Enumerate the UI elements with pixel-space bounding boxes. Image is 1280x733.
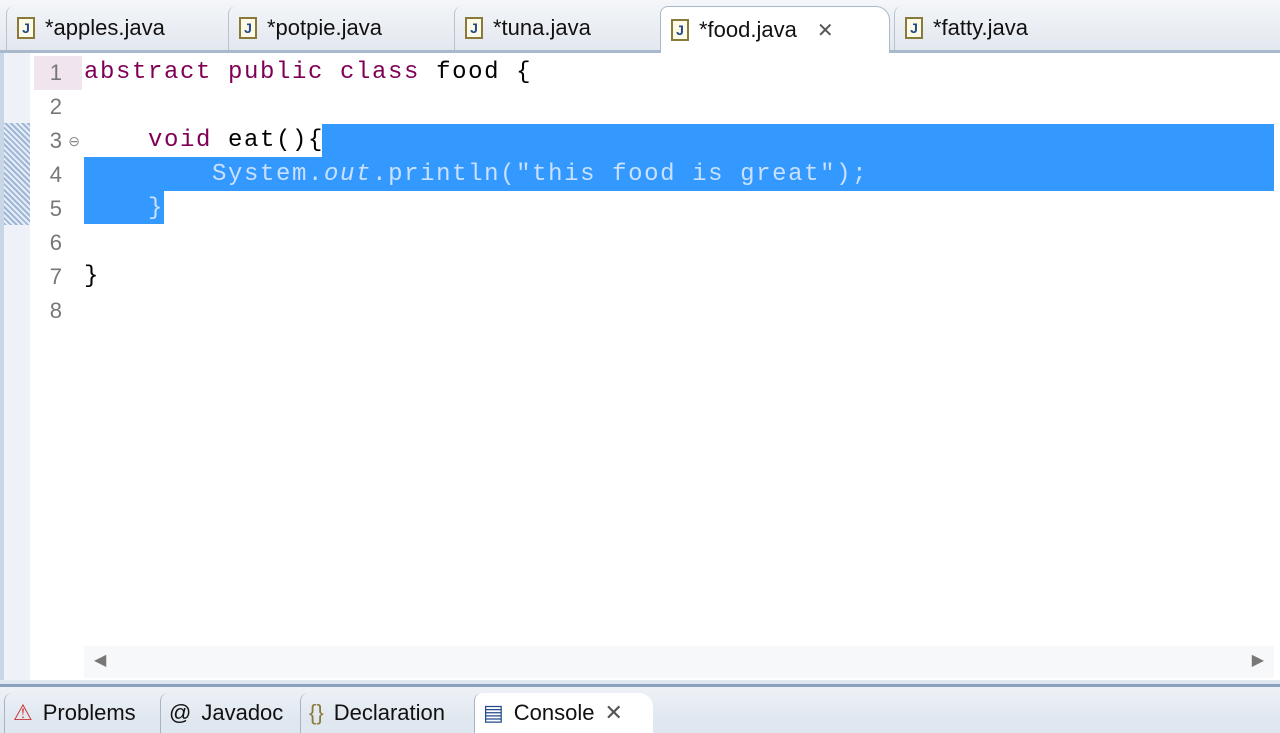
- tab-label: Console: [513, 700, 595, 725]
- tab-potpie[interactable]: J *potpie.java: [228, 6, 450, 50]
- line-number: 1: [34, 56, 82, 90]
- javadoc-icon: @: [169, 700, 192, 725]
- tab-javadoc[interactable]: @ Javadoc: [160, 693, 283, 733]
- code-line: }: [84, 195, 165, 222]
- problems-icon: ⚠: [13, 700, 33, 725]
- line-number: 3 ⊖: [34, 124, 82, 158]
- close-icon[interactable]: ✕: [605, 700, 623, 726]
- declaration-icon: {}: [309, 700, 324, 725]
- tab-tuna[interactable]: J *tuna.java: [454, 6, 658, 50]
- scroll-right-icon[interactable]: ▶: [1252, 650, 1264, 670]
- line-number: 7: [49, 264, 62, 289]
- code-text[interactable]: abstract public class food { void eat(){…: [84, 56, 1270, 328]
- java-file-icon: J: [905, 17, 923, 39]
- horizontal-scrollbar[interactable]: ◀ ▶: [84, 646, 1274, 678]
- tab-label: Javadoc: [201, 700, 284, 725]
- tab-console[interactable]: ▤ Console ✕: [474, 693, 653, 733]
- tab-label: Declaration: [333, 700, 445, 725]
- close-icon[interactable]: ✕: [817, 18, 834, 43]
- tab-label: Problems: [42, 700, 136, 725]
- line-number: 5: [49, 196, 62, 221]
- code-line: }: [84, 263, 101, 290]
- scroll-left-icon[interactable]: ◀: [94, 650, 106, 670]
- java-file-icon: J: [239, 17, 257, 39]
- line-number: 8: [49, 298, 62, 323]
- code-line: System.out.println("this food is great")…: [84, 161, 869, 188]
- bottom-panel-tabs: ⚠ Problems @ Javadoc {} Declaration ▤ Consol…: [0, 684, 1280, 733]
- code-editor[interactable]: 1 2 3 ⊖ 4 5 6 7 8 abstract public class f…: [0, 53, 1280, 680]
- tab-label: *fatty.java: [933, 15, 1028, 40]
- code-line: abstract public class food {: [84, 59, 533, 86]
- console-icon: ▤: [483, 700, 504, 725]
- code-line: void eat(){: [84, 127, 325, 154]
- tab-label: *tuna.java: [493, 15, 591, 40]
- line-number: 4: [49, 162, 62, 187]
- java-file-icon: J: [671, 19, 689, 41]
- line-number: 2: [49, 94, 62, 119]
- editor-tab-bar: J *apples.java J *potpie.java J *tuna.java …: [0, 0, 1280, 53]
- java-file-icon: J: [465, 17, 483, 39]
- tab-label: *food.java: [699, 17, 797, 42]
- line-numbers: 1 2 3 ⊖ 4 5 6 7 8: [34, 56, 82, 328]
- tab-declaration[interactable]: {} Declaration: [300, 693, 445, 733]
- tab-fatty[interactable]: J *fatty.java: [894, 6, 1094, 50]
- tab-food[interactable]: J *food.java ✕: [660, 6, 890, 53]
- java-file-icon: J: [17, 17, 35, 39]
- change-marker: [4, 123, 30, 225]
- tab-problems[interactable]: ⚠ Problems: [4, 693, 136, 733]
- tab-apples[interactable]: J *apples.java: [6, 6, 224, 50]
- tab-label: *apples.java: [45, 15, 165, 40]
- line-number: 6: [49, 230, 62, 255]
- tab-label: *potpie.java: [267, 15, 382, 40]
- fold-collapse-icon[interactable]: ⊖: [68, 124, 80, 158]
